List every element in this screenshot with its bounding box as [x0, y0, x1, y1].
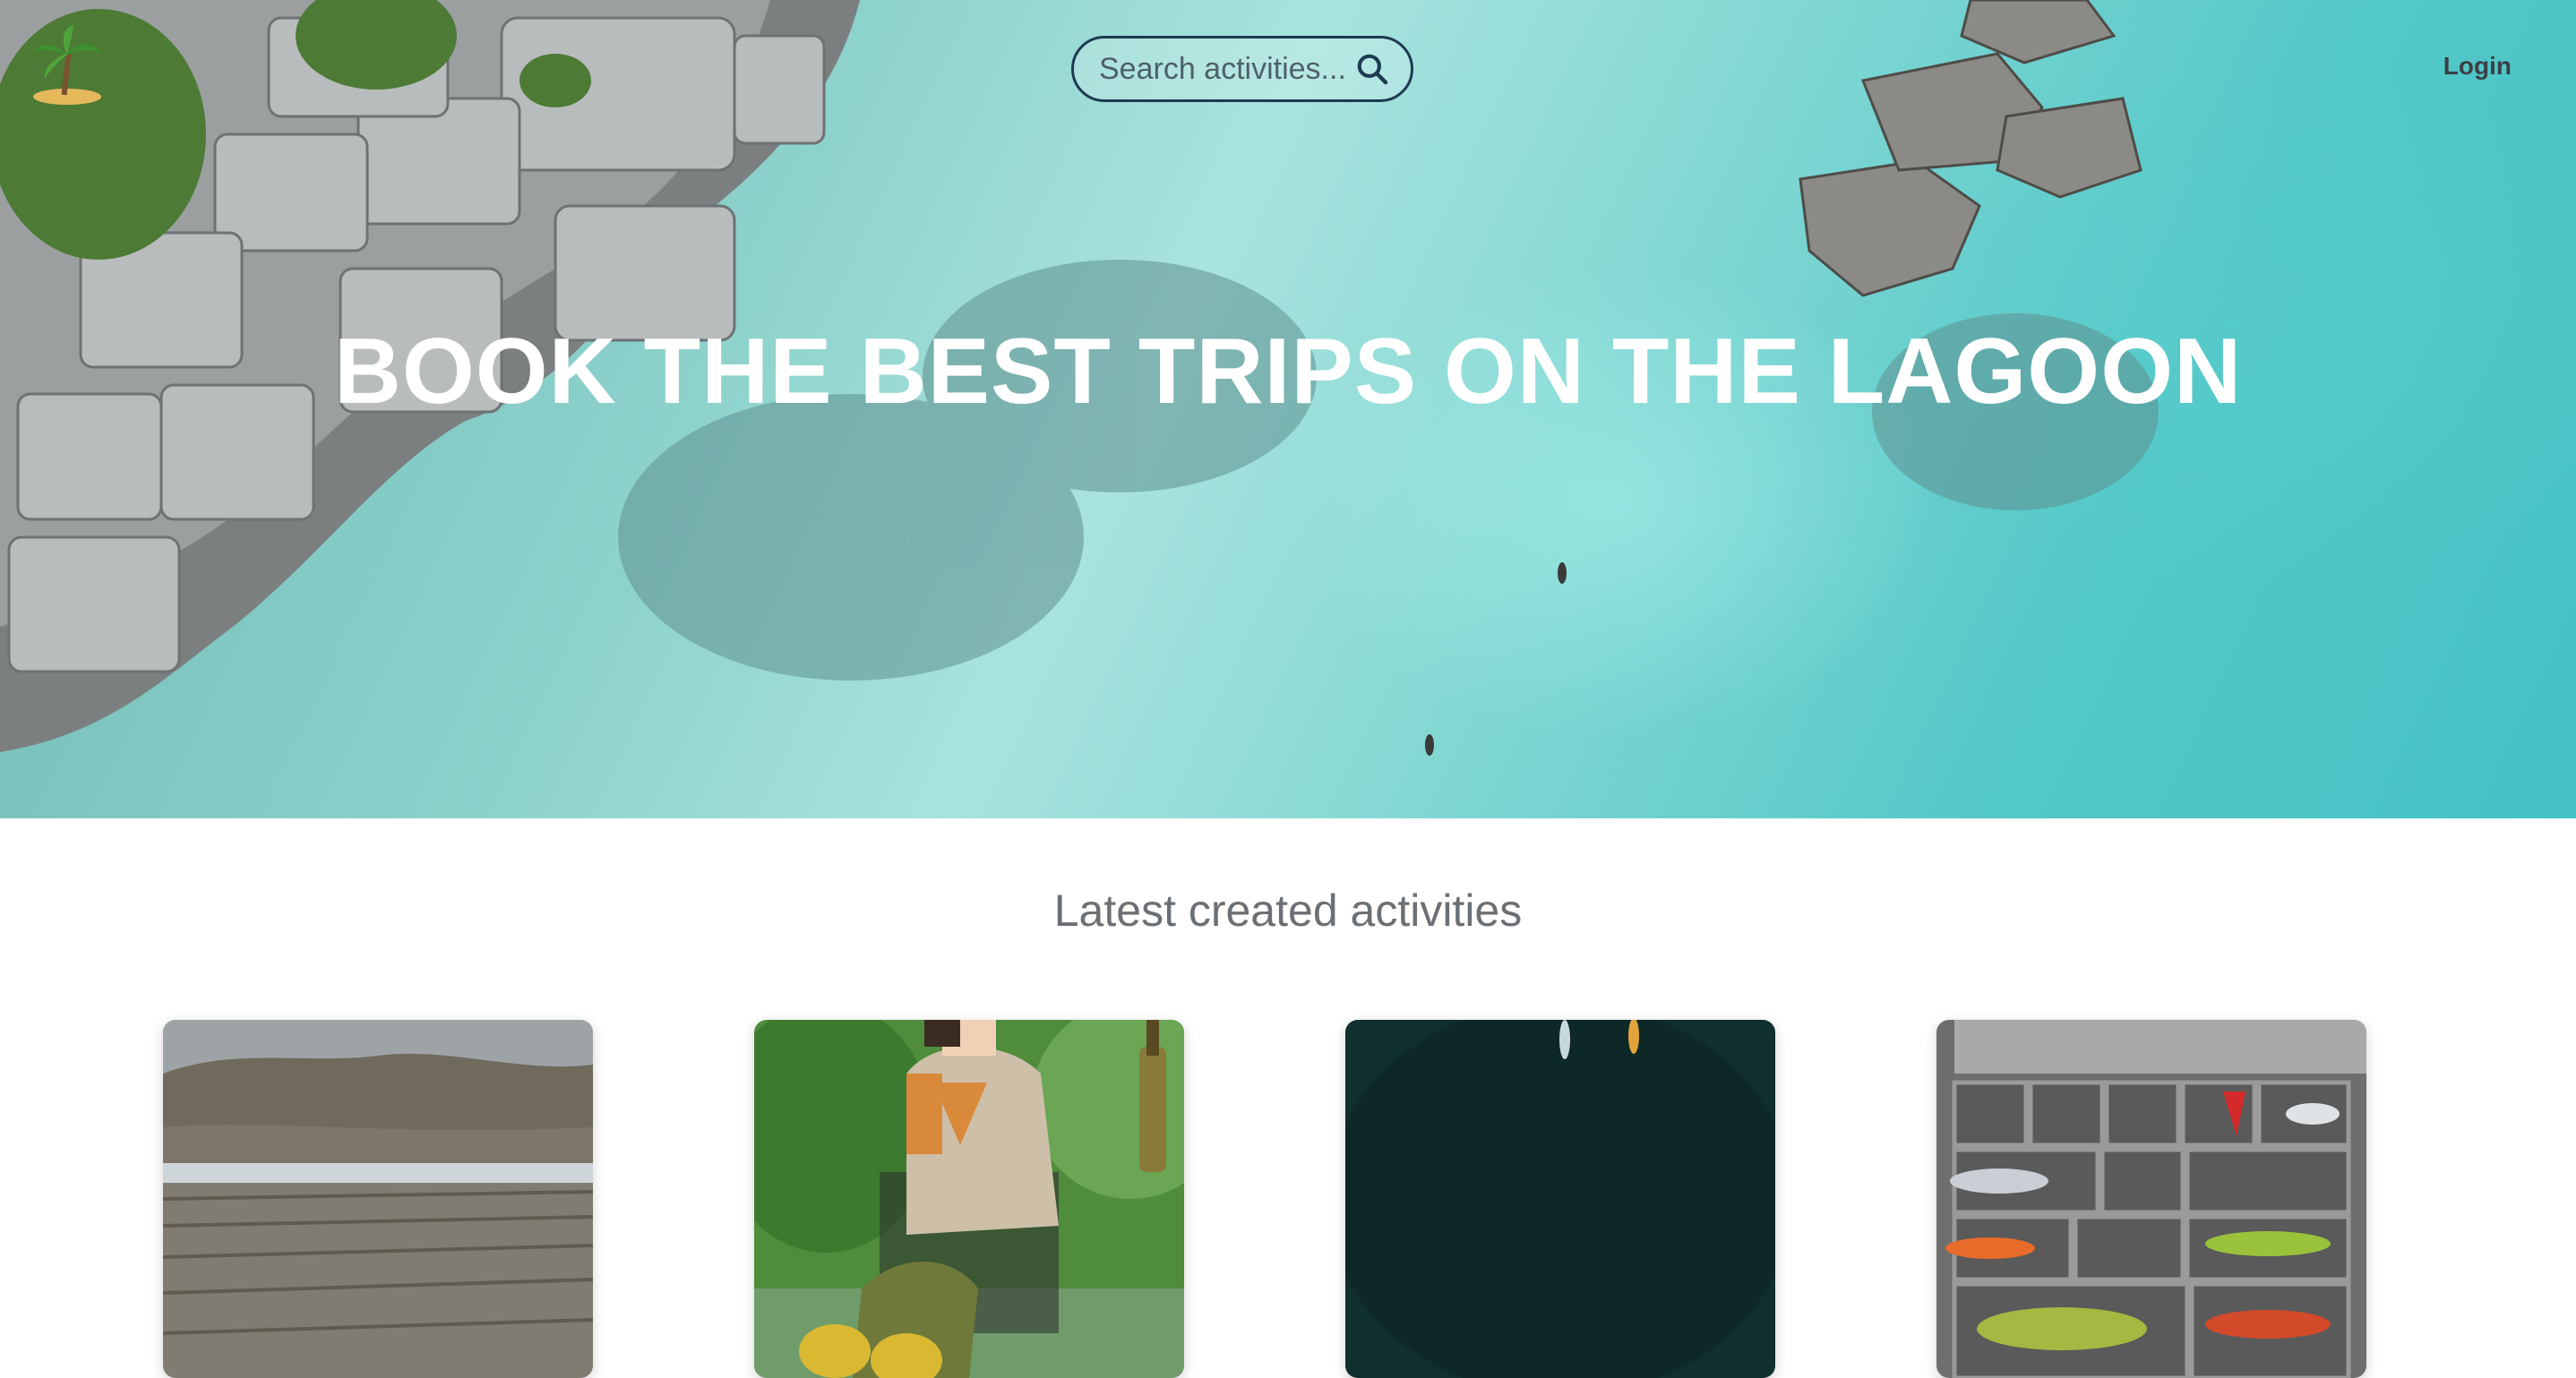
section-title: Latest created activities [1053, 886, 1523, 936]
activity-card-image [1936, 1020, 2366, 1378]
hero-headline: BOOK THE BEST TRIPS ON THE LAGOON [333, 320, 2243, 424]
activity-card-image [1345, 1020, 1775, 1378]
activity-card-image [163, 1020, 593, 1378]
activity-card[interactable] [1345, 1020, 1775, 1378]
search-bar[interactable] [1071, 36, 1413, 102]
search-icon[interactable] [1355, 52, 1389, 86]
activity-card-image [754, 1020, 1184, 1378]
activity-card[interactable] [163, 1020, 593, 1378]
login-link[interactable]: Login [2443, 52, 2512, 81]
palm-island-logo[interactable] [27, 25, 107, 111]
search-input[interactable] [1097, 50, 1348, 88]
activity-card[interactable] [1936, 1020, 2366, 1378]
hero-banner: Login BOOK THE BEST TRIPS ON THE LAGOON [0, 0, 2576, 818]
activity-card[interactable] [754, 1020, 1184, 1378]
